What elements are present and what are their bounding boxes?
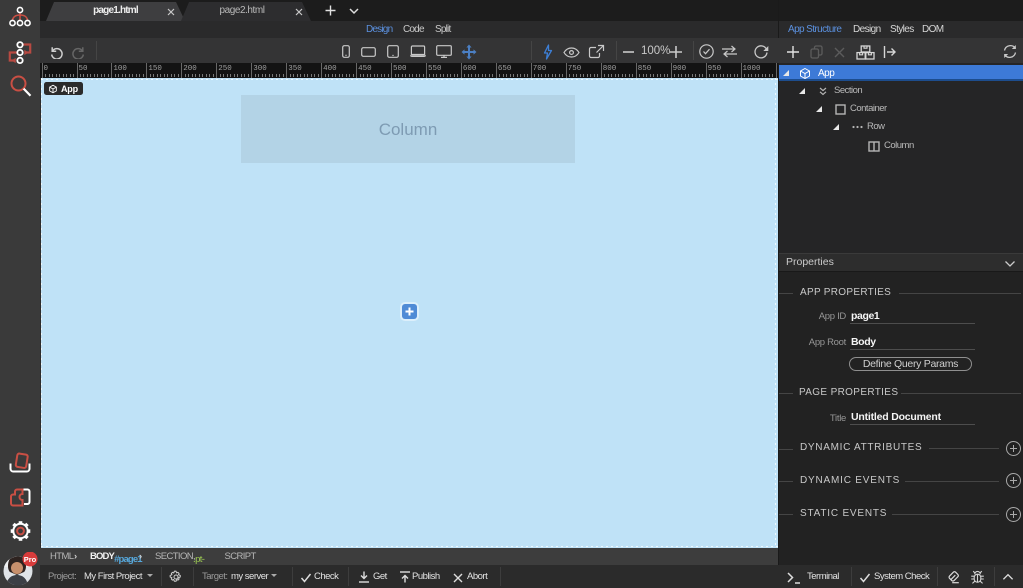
svg-text:Pro: Pro bbox=[24, 555, 37, 564]
